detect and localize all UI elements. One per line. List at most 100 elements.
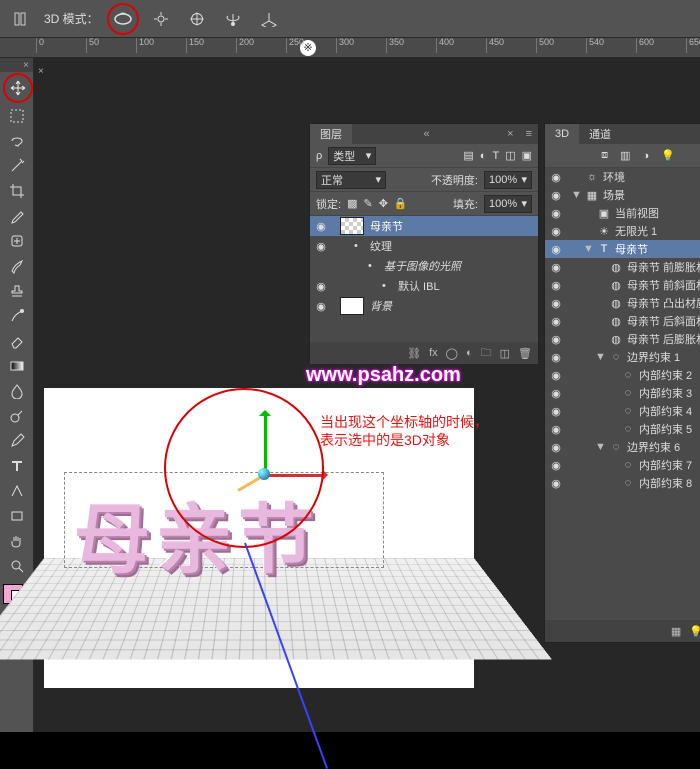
visibility-icon[interactable]: ◉ [314,220,328,233]
wand-tool[interactable] [3,154,31,178]
move-tool[interactable] [3,73,33,103]
3d-tree-row[interactable]: ◉◍母亲节 凸出材质 [545,294,700,312]
visibility-icon[interactable]: ◉ [549,387,563,400]
dodge-tool[interactable] [3,404,31,428]
layers-tab[interactable]: 图层 [310,124,352,144]
panel-toggle-icon[interactable] [8,5,36,33]
3d-tree-row[interactable]: ◉▼◌边界约束 1 [545,348,700,366]
3d-tree-row[interactable]: ◉◌内部约束 5 [545,420,700,438]
eyedrop-tool[interactable] [3,204,31,228]
3d-tree-row[interactable]: ◉☼环境 [545,168,700,186]
marquee-tool[interactable] [3,104,31,128]
filter-adjust-icon[interactable]: ◐ [480,150,487,162]
move-3d-icon[interactable] [183,5,211,33]
lock-pos-icon[interactable]: ✥ [379,197,388,210]
3d-tree-row[interactable]: ◉☀无限光 1 [545,222,700,240]
layer-row[interactable]: ◉•纹理 [310,236,538,256]
visibility-icon[interactable]: ◉ [549,315,563,328]
3d-tree-row[interactable]: ◉▼▦场景 [545,186,700,204]
eraser-tool[interactable] [3,329,31,353]
visibility-icon[interactable]: ◉ [549,279,563,292]
rect-tool[interactable] [3,504,31,528]
panel-close-icon[interactable]: × [501,128,519,140]
zoom-tool[interactable] [3,554,31,578]
filter-shape-icon[interactable]: ◫ [505,149,515,162]
visibility-icon[interactable]: ◉ [549,297,563,310]
filter-light-icon[interactable]: 💡 [661,149,675,162]
visibility-icon[interactable]: ◉ [549,351,563,364]
filter-material-icon[interactable]: ◑ [643,150,650,162]
blend-mode-select[interactable]: 正常▾ [316,171,386,189]
3d-tree-row[interactable]: ◉◌内部约束 3 [545,384,700,402]
layer-row[interactable]: ◉背景 [310,296,538,316]
visibility-icon[interactable]: ◉ [549,333,563,346]
3d-tree-row[interactable]: ◉▣当前视图 [545,204,700,222]
brush-tool[interactable] [3,254,31,278]
visibility-icon[interactable]: ◉ [549,441,563,454]
heal-tool[interactable] [3,229,31,253]
orbit-icon[interactable] [107,3,139,35]
crop-tool[interactable] [3,179,31,203]
lock-trans-icon[interactable]: ▩ [347,197,357,210]
twisty-icon[interactable]: ▼ [595,441,605,453]
3d-tree-row[interactable]: ◉◍母亲节 前膨胀材质 [545,258,700,276]
visibility-icon[interactable]: ◉ [549,405,563,418]
3d-tree-row[interactable]: ◉◍母亲节 后斜面材质 [545,312,700,330]
3d-tree-row[interactable]: ◉◌内部约束 2 [545,366,700,384]
lasso-tool[interactable] [3,129,31,153]
layer-row[interactable]: ◉•默认 IBL [310,276,538,296]
blur-tool[interactable] [3,379,31,403]
path-tool[interactable] [3,479,31,503]
trash-icon[interactable]: 🗑 [518,347,532,360]
filter-image-icon[interactable]: ▤ [463,149,473,162]
visibility-icon[interactable]: ◉ [314,240,328,253]
channels-tab[interactable]: 通道 [579,124,621,144]
visibility-icon[interactable]: ◉ [549,369,563,382]
fx-icon[interactable]: fx [429,347,438,359]
group-icon[interactable]: 🗀 [481,344,492,363]
visibility-icon[interactable]: ◉ [549,207,563,220]
panel-collapse-icon[interactable]: « [418,128,436,140]
filter-mesh-icon[interactable]: ▥ [620,149,630,162]
visibility-icon[interactable]: ◉ [549,189,563,202]
3d-tab[interactable]: 3D [545,124,579,144]
visibility-icon[interactable]: ◉ [549,171,563,184]
twisty-icon[interactable]: ▼ [583,243,593,255]
visibility-icon[interactable]: ◉ [549,225,563,238]
render-icon[interactable]: ▦ [671,625,681,638]
type-tool[interactable] [3,454,31,478]
3d-tree-row[interactable]: ◉▼T母亲节 [545,240,700,258]
3d-tree-row[interactable]: ◉◍母亲节 前斜面材质 [545,276,700,294]
3d-tree-row[interactable]: ◉◍母亲节 后膨胀材质 [545,330,700,348]
visibility-icon[interactable]: ◉ [549,423,563,436]
visibility-icon[interactable]: ◉ [314,280,328,293]
adjust-icon[interactable]: ◐ [466,347,473,359]
twisty-icon[interactable]: ▼ [571,189,581,201]
lock-pixel-icon[interactable]: ✎ [363,197,372,210]
visibility-icon[interactable]: ◉ [549,477,563,490]
pen-tool[interactable] [3,429,31,453]
hand-tool[interactable] [3,529,31,553]
history-tool[interactable] [3,304,31,328]
visibility-icon[interactable]: ◉ [314,300,328,313]
twisty-icon[interactable]: ▼ [595,351,605,363]
new-layer-icon[interactable]: ◫ [500,347,510,360]
visibility-icon[interactable]: ◉ [549,459,563,472]
3d-tree-row[interactable]: ◉◌内部约束 4 [545,402,700,420]
tools-collapse[interactable]: × [23,60,29,71]
document-tab[interactable]: × [38,62,44,80]
lock-all-icon[interactable]: 🔒 [394,197,408,210]
3d-tree-row[interactable]: ◉◌内部约束 7 [545,456,700,474]
filter-smart-icon[interactable]: ▣ [522,149,532,162]
opacity-input[interactable]: 100%▾ [484,171,532,189]
gradient-tool[interactable] [3,354,31,378]
layer-row[interactable]: •基于图像的光照 [310,256,538,276]
fill-input[interactable]: 100%▾ [484,195,532,213]
layer-row[interactable]: ◉母亲节 [310,216,538,236]
3d-tree-row[interactable]: ◉◌内部约束 8 [545,474,700,492]
3d-tree-row[interactable]: ◉▼◌边界约束 6 [545,438,700,456]
scale-3d-icon[interactable] [255,5,283,33]
rotate-3d-icon[interactable] [219,5,247,33]
mask-icon[interactable]: ◯ [446,347,458,360]
close-icon[interactable]: × [38,66,44,77]
